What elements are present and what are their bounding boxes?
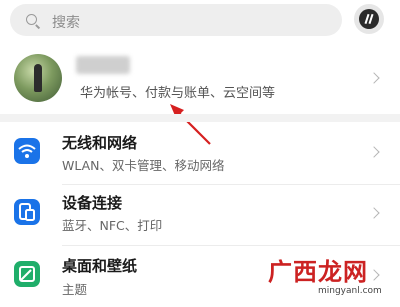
device-connect-icon xyxy=(14,199,40,225)
chevron-right-icon xyxy=(368,207,380,219)
chevron-right-icon xyxy=(368,72,380,84)
wifi-icon xyxy=(14,138,40,164)
setting-subtitle: WLAN、双卡管理、移动网络 xyxy=(62,158,225,173)
avatar-person-figure xyxy=(34,64,42,92)
avatar xyxy=(14,54,62,102)
search-placeholder: 搜索 xyxy=(52,15,80,31)
ai-assistant-button[interactable] xyxy=(354,4,384,34)
setting-title: 桌面和壁纸 xyxy=(62,257,138,275)
watermark-url: mingyanl.com xyxy=(318,286,382,296)
ai-assistant-icon xyxy=(359,9,379,29)
chevron-right-icon xyxy=(368,269,380,281)
watermark-title: 广西龙网 xyxy=(268,258,368,286)
setting-subtitle: 蓝牙、NFC、打印 xyxy=(62,218,163,233)
account-name-redacted xyxy=(76,56,130,74)
row-divider xyxy=(62,245,400,246)
setting-title: 无线和网络 xyxy=(62,134,138,152)
setting-row-wireless[interactable]: 无线和网络 WLAN、双卡管理、移动网络 xyxy=(0,124,400,184)
setting-title: 设备连接 xyxy=(62,194,123,212)
chevron-right-icon xyxy=(368,146,380,158)
setting-subtitle: 主题 xyxy=(62,282,88,297)
section-divider xyxy=(0,114,400,122)
wallpaper-icon xyxy=(14,261,40,287)
profile-subtitle: 华为帐号、付款与账单、云空间等 xyxy=(80,86,276,101)
search-icon xyxy=(26,14,37,25)
search-bar[interactable]: 搜索 xyxy=(10,4,342,36)
setting-row-device-connection[interactable]: 设备连接 蓝牙、NFC、打印 xyxy=(0,185,400,245)
